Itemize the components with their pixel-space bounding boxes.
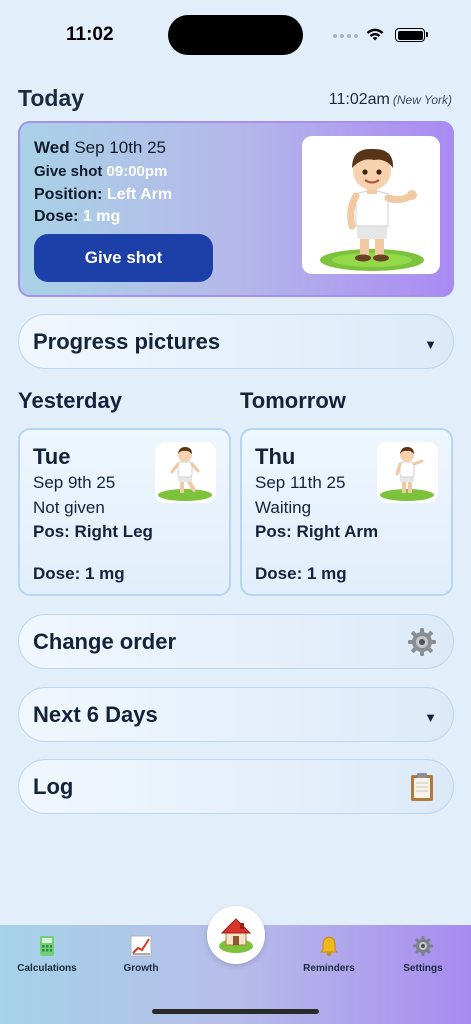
dose-value: 1 mg <box>82 208 121 225</box>
shot-label: Give shot <box>34 163 103 180</box>
position-label: Position: <box>34 186 103 203</box>
today-date-value: Sep 10th 25 <box>74 138 167 157</box>
battery-icon <box>395 28 428 42</box>
chevron-down-icon: ▼ <box>424 337 437 352</box>
dynamic-island <box>168 15 303 55</box>
bell-icon <box>319 936 339 956</box>
yesterday-heading: Yesterday <box>18 388 122 413</box>
tomorrow-heading: Tomorrow <box>240 388 346 413</box>
gear-icon <box>413 936 433 956</box>
home-indicator[interactable] <box>152 1009 319 1014</box>
dose-label: Dose: <box>34 208 79 225</box>
current-time-value: 11:02am <box>328 91 390 108</box>
boy-arm-icon <box>377 442 438 503</box>
tab-calculations-label: Calculations <box>17 963 77 974</box>
home-button[interactable] <box>207 906 265 964</box>
boy-leg-icon <box>155 442 216 503</box>
tab-settings-label: Settings <box>403 963 443 974</box>
change-order-label: Change order <box>33 629 177 654</box>
log-label: Log <box>33 774 74 799</box>
yesterday-position: Pos: Right Leg <box>33 522 153 541</box>
yesterday-card[interactable]: Tue Sep 9th 25 Not given Pos: Right Leg … <box>18 428 231 596</box>
timezone-label: (New York) <box>392 93 452 107</box>
position-value: Left Arm <box>106 186 173 203</box>
log-button[interactable]: Log <box>18 759 454 814</box>
page-title: Today <box>18 85 85 111</box>
tab-settings[interactable]: Settings <box>383 935 463 974</box>
yesterday-status: Not given <box>33 498 105 517</box>
change-order-button[interactable]: Change order <box>18 614 454 669</box>
next-days-label: Next 6 Days <box>33 702 158 727</box>
status-bar: 11:02 <box>0 0 471 70</box>
calculator-icon <box>40 936 54 956</box>
house-icon <box>219 918 253 953</box>
yesterday-weekday: Tue <box>33 444 71 469</box>
today-date: Wed Sep 10th 25 <box>34 138 166 158</box>
tab-reminders[interactable]: Reminders <box>289 935 369 974</box>
tomorrow-weekday: Thu <box>255 444 296 469</box>
give-shot-button[interactable]: Give shot <box>34 234 213 282</box>
chart-icon <box>130 935 152 957</box>
today-shot: Give shot 09:00pm <box>34 163 167 180</box>
tab-calculations[interactable]: Calculations <box>7 935 87 974</box>
tomorrow-status: Waiting <box>255 498 312 517</box>
yesterday-dose: Dose: 1 mg <box>33 564 125 583</box>
shot-time: 09:00pm <box>106 163 168 180</box>
progress-pictures-dropdown[interactable]: Progress pictures ▼ <box>18 314 454 369</box>
tomorrow-position: Pos: Right Arm <box>255 522 379 541</box>
tab-growth[interactable]: Growth <box>101 935 181 974</box>
yesterday-date: Sep 9th 25 <box>33 473 116 492</box>
cellular-signal-icon <box>333 34 358 38</box>
tomorrow-date: Sep 11th 25 <box>255 473 346 492</box>
current-time: 11:02am (New York) <box>329 91 452 109</box>
tab-growth-label: Growth <box>123 963 159 974</box>
tomorrow-dose: Dose: 1 mg <box>255 564 347 583</box>
status-time: 11:02 <box>66 24 114 45</box>
next-days-dropdown[interactable]: Next 6 Days ▼ <box>18 687 454 742</box>
today-card: Wed Sep 10th 25 Give shot 09:00pm Positi… <box>18 121 454 297</box>
chevron-down-icon: ▼ <box>424 710 437 725</box>
today-dose: Dose: 1 mg <box>34 208 120 226</box>
gear-icon <box>408 628 436 656</box>
today-position: Position: Left Arm <box>34 186 172 204</box>
progress-pictures-label: Progress pictures <box>33 329 221 354</box>
wifi-icon <box>366 28 384 41</box>
clipboard-icon <box>411 773 433 801</box>
today-weekday: Wed <box>34 138 70 157</box>
boy-pointing-icon <box>302 136 440 274</box>
tab-reminders-label: Reminders <box>303 963 355 974</box>
tomorrow-card[interactable]: Thu Sep 11th 25 Waiting Pos: Right Arm D… <box>240 428 453 596</box>
